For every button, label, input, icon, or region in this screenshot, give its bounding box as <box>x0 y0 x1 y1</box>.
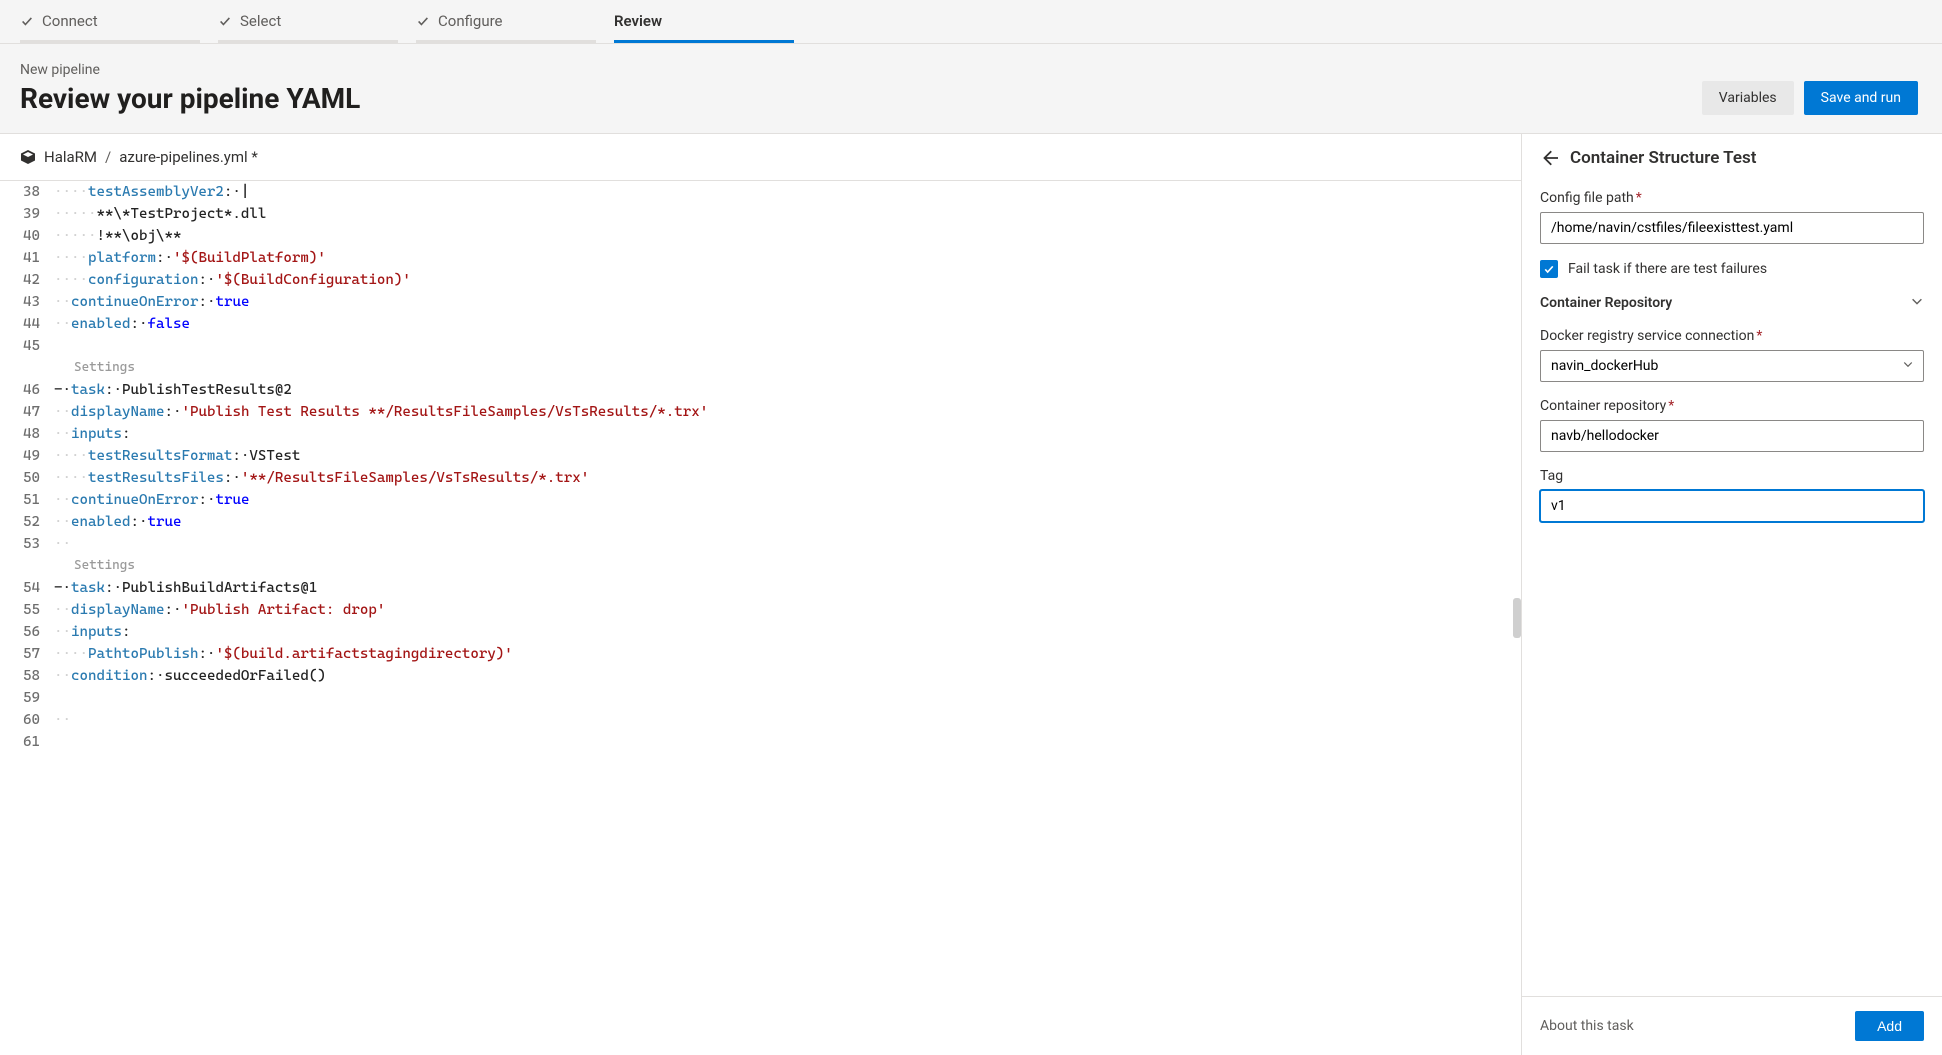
fail-on-test-failures-checkbox[interactable]: Fail task if there are test failures <box>1540 260 1924 278</box>
tag-label: Tag <box>1540 468 1924 484</box>
add-button[interactable]: Add <box>1855 1011 1924 1041</box>
checkbox-checked-icon <box>1540 260 1558 278</box>
code-line: 54-·task:·PublishBuildArtifacts@1 <box>0 577 1521 599</box>
breadcrumb: New pipeline <box>20 62 360 78</box>
wizard-step-label: Review <box>614 12 662 30</box>
config-file-path-label: Config file path* <box>1540 190 1924 206</box>
repo-icon <box>20 149 36 165</box>
code-line: 55··displayName:·'Publish Artifact: drop… <box>0 599 1521 621</box>
wizard-step-label: Select <box>240 12 281 30</box>
code-line: 44··enabled:·false <box>0 313 1521 335</box>
task-assistant-panel: Container Structure Test Config file pat… <box>1522 134 1942 1055</box>
pane-resize-handle[interactable] <box>1513 598 1521 638</box>
line-number: 47 <box>0 401 54 423</box>
wizard-step-configure[interactable]: Configure <box>416 12 596 43</box>
check-icon <box>20 14 34 28</box>
about-this-task-link[interactable]: About this task <box>1540 1018 1634 1034</box>
code-line: 49····testResultsFormat:·VSTest <box>0 445 1521 467</box>
line-number: 38 <box>0 181 54 203</box>
line-number: 43 <box>0 291 54 313</box>
code-line: 51··continueOnError:·true <box>0 489 1521 511</box>
code-editor[interactable]: 38····testAssemblyVer2:·|39·····**\*Test… <box>0 181 1521 1055</box>
code-line: 42····configuration:·'$(BuildConfigurati… <box>0 269 1521 291</box>
code-line: 61 <box>0 731 1521 753</box>
line-number: 60 <box>0 709 54 731</box>
save-and-run-button[interactable]: Save and run <box>1804 81 1918 115</box>
back-arrow-icon[interactable] <box>1540 149 1558 167</box>
config-file-path-input[interactable] <box>1540 212 1924 244</box>
line-number: 59 <box>0 687 54 709</box>
line-number: 50 <box>0 467 54 489</box>
line-number: 48 <box>0 423 54 445</box>
code-lens-settings[interactable]: Settings <box>0 555 1521 577</box>
code-line: 50····testResultsFiles:·'**/ResultsFileS… <box>0 467 1521 489</box>
code-line: 43··continueOnError:·true <box>0 291 1521 313</box>
code-line: 39·····**\*TestProject*.dll <box>0 203 1521 225</box>
code-line: 38····testAssemblyVer2:·| <box>0 181 1521 203</box>
wizard-step-label: Connect <box>42 12 98 30</box>
code-lens-settings[interactable]: Settings <box>0 357 1521 379</box>
code-line: 48··inputs: <box>0 423 1521 445</box>
code-line: 46-·task:·PublishTestResults@2 <box>0 379 1521 401</box>
wizard-step-label: Configure <box>438 12 503 30</box>
fail-checkbox-label: Fail task if there are test failures <box>1568 261 1767 277</box>
tag-input[interactable] <box>1540 490 1924 522</box>
check-icon <box>416 14 430 28</box>
chevron-down-icon <box>1910 294 1924 312</box>
line-number: 57 <box>0 643 54 665</box>
code-line: 45 <box>0 335 1521 357</box>
code-line: 40·····!**\obj\** <box>0 225 1521 247</box>
code-line: 41····platform:·'$(BuildPlatform)' <box>0 247 1521 269</box>
code-line: 58··condition:·succeededOrFailed() <box>0 665 1521 687</box>
wizard-steps: Connect Select Configure Review <box>0 0 1942 44</box>
line-number: 54 <box>0 577 54 599</box>
code-line: 56··inputs: <box>0 621 1521 643</box>
line-number: 41 <box>0 247 54 269</box>
variables-button[interactable]: Variables <box>1702 81 1794 115</box>
line-number: 39 <box>0 203 54 225</box>
line-number: 61 <box>0 731 54 753</box>
file-breadcrumb: HalaRM / azure-pipelines.yml * <box>0 134 1521 181</box>
line-number: 40 <box>0 225 54 247</box>
editor-pane: HalaRM / azure-pipelines.yml * 38····tes… <box>0 134 1522 1055</box>
code-line: 52··enabled:·true <box>0 511 1521 533</box>
line-number: 46 <box>0 379 54 401</box>
line-number: 52 <box>0 511 54 533</box>
line-number: 53 <box>0 533 54 555</box>
wizard-step-connect[interactable]: Connect <box>20 12 200 43</box>
page-title: Review your pipeline YAML <box>20 82 360 115</box>
wizard-step-review[interactable]: Review <box>614 12 794 43</box>
container-repository-section[interactable]: Container Repository <box>1540 294 1924 312</box>
line-number: 55 <box>0 599 54 621</box>
wizard-step-select[interactable]: Select <box>218 12 398 43</box>
code-line: 60·· <box>0 709 1521 731</box>
container-repository-label: Container repository* <box>1540 398 1924 414</box>
code-line: 47··displayName:·'Publish Test Results *… <box>0 401 1521 423</box>
line-number: 58 <box>0 665 54 687</box>
line-number: 42 <box>0 269 54 291</box>
line-number: 44 <box>0 313 54 335</box>
repo-name[interactable]: HalaRM <box>44 148 97 166</box>
line-number: 49 <box>0 445 54 467</box>
code-line: 53·· <box>0 533 1521 555</box>
check-icon <box>218 14 232 28</box>
file-name[interactable]: azure-pipelines.yml * <box>119 148 258 166</box>
breadcrumb-separator: / <box>105 148 111 166</box>
registry-connection-label: Docker registry service connection* <box>1540 328 1924 344</box>
code-line: 57····PathtoPublish:·'$(build.artifactst… <box>0 643 1521 665</box>
line-number: 45 <box>0 335 54 357</box>
container-repository-input[interactable] <box>1540 420 1924 452</box>
line-number: 56 <box>0 621 54 643</box>
page-header: New pipeline Review your pipeline YAML V… <box>0 44 1942 133</box>
line-number: 51 <box>0 489 54 511</box>
registry-connection-select[interactable] <box>1540 350 1924 382</box>
code-line: 59 <box>0 687 1521 709</box>
panel-title: Container Structure Test <box>1570 148 1756 168</box>
